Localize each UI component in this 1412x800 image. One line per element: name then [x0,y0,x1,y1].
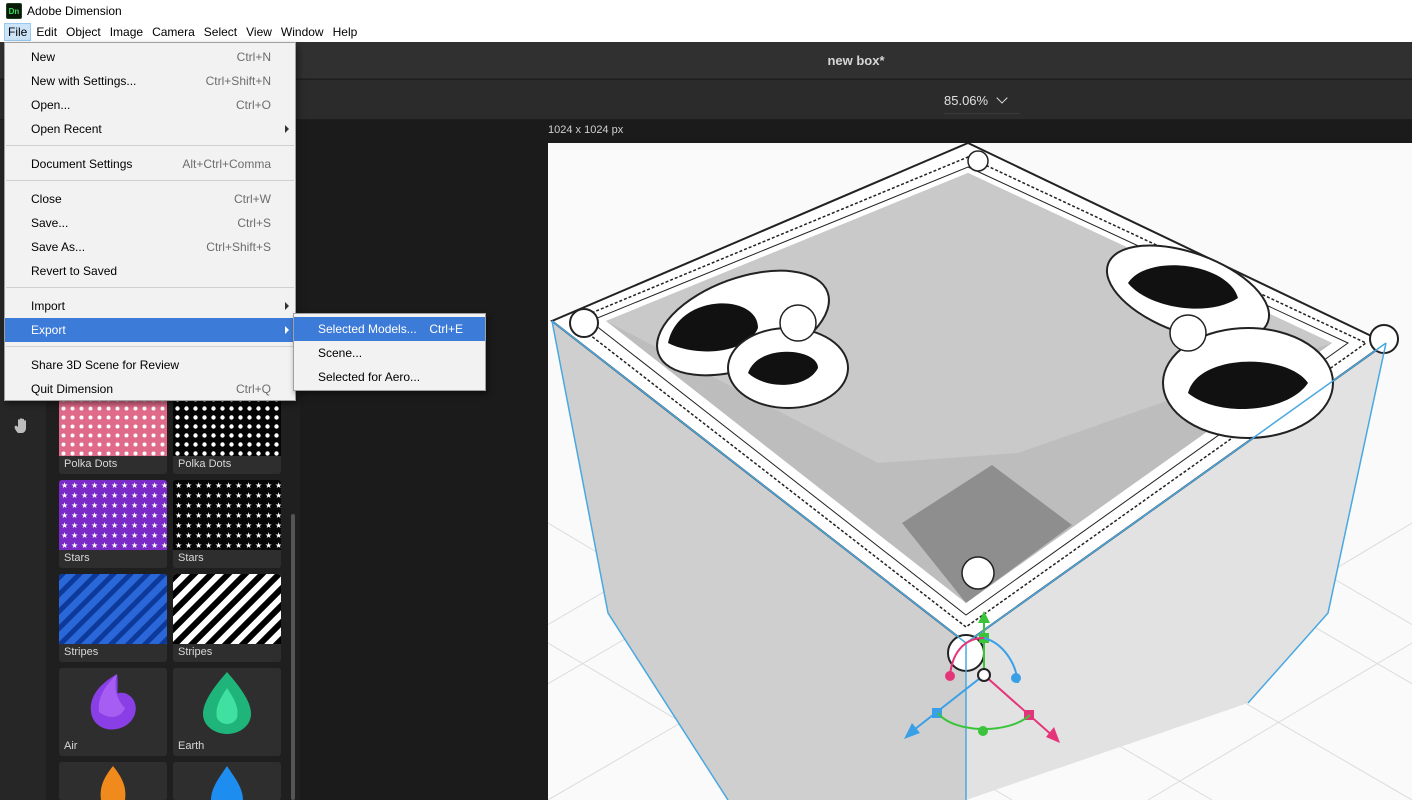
canvas-dimensions: 1024 x 1024 px [548,124,624,136]
menu-item-shortcut: Ctrl+O [235,98,271,112]
water-icon [173,762,281,800]
menu-item-label: Scene... [318,346,363,360]
menu-item-new-with-settings[interactable]: New with Settings... Ctrl+Shift+N [5,69,295,93]
menu-item-document-settings[interactable]: Document Settings Alt+Ctrl+Comma [5,152,295,176]
asset-label: Polka Dots [64,458,118,470]
menu-item-export[interactable]: Export [5,318,295,342]
menu-item-shortcut: Ctrl+E [429,322,463,336]
asset-label: Stripes [178,646,213,658]
menu-edit[interactable]: Edit [32,23,61,41]
menu-item-revert-to-saved[interactable]: Revert to Saved [5,259,295,283]
app-logo-icon: Dn [6,3,22,19]
submenu-arrow-icon [285,302,289,310]
menu-item-selected-models[interactable]: Selected Models... Ctrl+E [294,317,485,341]
asset-tile-earth[interactable]: Earth [173,668,281,756]
menu-separator [6,346,294,347]
hand-tool-icon[interactable] [12,416,32,436]
menu-separator [6,287,294,288]
menu-item-shortcut: Alt+Ctrl+Comma [182,157,271,171]
menu-item-close[interactable]: Close Ctrl+W [5,187,295,211]
menu-select[interactable]: Select [200,23,241,41]
asset-tile-stars-black[interactable]: ★ Stars [173,480,281,568]
menu-item-label: Share 3D Scene for Review [31,358,180,372]
menu-item-save[interactable]: Save... Ctrl+S [5,211,295,235]
export-submenu: Selected Models... Ctrl+E Scene... Selec… [293,313,486,391]
menu-help[interactable]: Help [329,23,362,41]
earth-icon [173,668,281,738]
menu-item-label: Open... [31,98,71,112]
chevron-down-icon [996,92,1008,104]
submenu-arrow-icon [285,326,289,334]
menu-item-label: Selected Models... [318,322,417,336]
file-menu: New Ctrl+N New with Settings... Ctrl+Shi… [4,42,296,401]
asset-label: Air [64,740,78,752]
asset-label: Stars [64,552,90,564]
app-title: Adobe Dimension [27,4,122,18]
menu-item-label: Close [31,192,62,206]
menu-item-label: Import [31,299,66,313]
asset-label: Earth [178,740,205,752]
menu-item-open[interactable]: Open... Ctrl+O [5,93,295,117]
stars-black-thumbnail: ★ [173,480,281,550]
menu-item-label: New [31,50,56,64]
menu-item-label: Quit Dimension [31,382,114,396]
asset-tile-air[interactable]: Air [59,668,167,756]
menu-item-label: Save As... [31,240,86,254]
menu-item-label: Export [31,323,66,337]
asset-tile-stripes-blue[interactable]: Stripes [59,574,167,662]
asset-label: Stars [178,552,204,564]
menu-item-label: Open Recent [31,122,102,136]
menu-item-label: Save... [31,216,69,230]
menu-window[interactable]: Window [277,23,328,41]
menu-file[interactable]: File [4,23,32,41]
menu-item-import[interactable]: Import [5,294,295,318]
menu-item-share-3d-scene[interactable]: Share 3D Scene for Review [5,353,295,377]
menu-item-label: New with Settings... [31,74,137,88]
menu-item-shortcut: Ctrl+Shift+N [205,74,271,88]
submenu-arrow-icon [285,125,289,133]
asset-label: Stripes [64,646,99,658]
document-title: new box* [827,53,885,68]
menu-item-save-as[interactable]: Save As... Ctrl+Shift+S [5,235,295,259]
stars-purple-thumbnail: ★ [59,480,167,550]
menu-separator [6,145,294,146]
menu-item-scene[interactable]: Scene... [294,341,485,365]
menu-item-open-recent[interactable]: Open Recent [5,117,295,141]
zoom-value: 85.06% [944,93,989,108]
menu-separator [6,180,294,181]
menu-item-new[interactable]: New Ctrl+N [5,45,295,69]
menu-item-quit[interactable]: Quit Dimension Ctrl+Q [5,377,295,401]
menu-item-label: Selected for Aero... [318,370,421,384]
menu-object[interactable]: Object [62,23,105,41]
asset-tile-fire[interactable] [59,762,167,800]
menu-item-shortcut: Ctrl+W [234,192,271,206]
menu-item-label: Revert to Saved [31,264,118,278]
menu-bar: File Edit Object Image Camera Select Vie… [0,22,1412,42]
menu-view[interactable]: View [242,23,276,41]
air-icon [59,668,167,738]
viewport-canvas[interactable] [548,143,1412,800]
menu-item-shortcut: Ctrl+Q [235,382,271,396]
panel-scrollbar[interactable] [291,514,295,800]
menu-item-shortcut: Ctrl+N [236,50,271,64]
zoom-dropdown[interactable]: 85.06% [944,88,1020,114]
stripes-blue-thumbnail [59,574,167,644]
asset-tile-water[interactable] [173,762,281,800]
asset-tile-stars-purple[interactable]: ★ Stars [59,480,167,568]
menu-item-selected-for-aero[interactable]: Selected for Aero... [294,365,485,389]
asset-label: Polka Dots [178,458,232,470]
scene-render [548,143,1412,800]
menu-image[interactable]: Image [106,23,147,41]
fire-icon [59,762,167,800]
title-bar: Dn Adobe Dimension [0,0,1412,22]
menu-item-shortcut: Ctrl+Shift+S [206,240,271,254]
menu-camera[interactable]: Camera [148,23,199,41]
asset-tile-stripes-bw[interactable]: Stripes [173,574,281,662]
menu-item-label: Document Settings [31,157,133,171]
menu-item-shortcut: Ctrl+S [237,216,271,230]
stripes-bw-thumbnail [173,574,281,644]
